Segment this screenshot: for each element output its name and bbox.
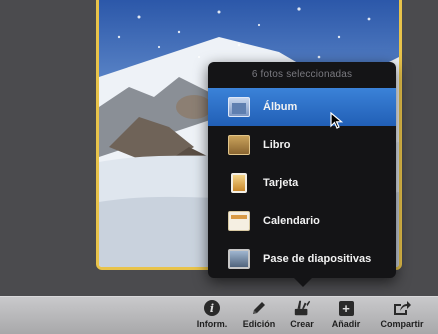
photo-browser-area: 6 fotos seleccionadas Álbum Libro Tarjet…	[0, 0, 438, 296]
menu-item-label: Pase de diapositivas	[263, 253, 372, 265]
create-label: Crear	[290, 319, 314, 329]
info-button[interactable]: i Inform.	[190, 299, 234, 329]
create-button[interactable]: Crear	[280, 299, 324, 329]
pencil-icon	[253, 302, 265, 314]
menu-item-album[interactable]: Álbum	[208, 88, 396, 126]
menu-item-book[interactable]: Libro	[208, 126, 396, 164]
menu-item-label: Calendario	[263, 215, 320, 227]
menu-item-slideshow[interactable]: Pase de diapositivas	[208, 240, 396, 278]
mouse-cursor-icon	[330, 112, 344, 129]
edit-button[interactable]: Edición	[237, 299, 281, 329]
selection-count-header: 6 fotos seleccionadas	[251, 69, 353, 80]
create-tools-icon	[294, 300, 311, 316]
plus-icon: +	[338, 300, 354, 316]
share-button[interactable]: Compartir	[374, 299, 430, 329]
calendar-icon	[228, 211, 250, 231]
popover-arrow	[294, 278, 312, 287]
add-button[interactable]: + Añadir	[324, 299, 368, 329]
share-icon	[394, 301, 411, 315]
edit-label: Edición	[242, 319, 276, 329]
create-popover-menu: 6 fotos seleccionadas Álbum Libro Tarjet…	[208, 62, 396, 287]
menu-item-label: Tarjeta	[263, 177, 299, 189]
info-label: Inform.	[196, 319, 228, 329]
menu-item-label: Libro	[263, 139, 291, 151]
share-label: Compartir	[380, 319, 424, 329]
menu-item-calendar[interactable]: Calendario	[208, 202, 396, 240]
info-icon: i	[204, 300, 220, 316]
card-icon	[231, 173, 247, 193]
slideshow-icon	[228, 249, 250, 269]
add-label: Añadir	[331, 319, 361, 329]
album-icon	[228, 97, 250, 117]
menu-item-label: Álbum	[263, 101, 298, 113]
bottom-toolbar: i Inform. Edición Crear + Añadir Compart…	[0, 296, 438, 334]
book-icon	[228, 135, 250, 155]
menu-item-card[interactable]: Tarjeta	[208, 164, 396, 202]
